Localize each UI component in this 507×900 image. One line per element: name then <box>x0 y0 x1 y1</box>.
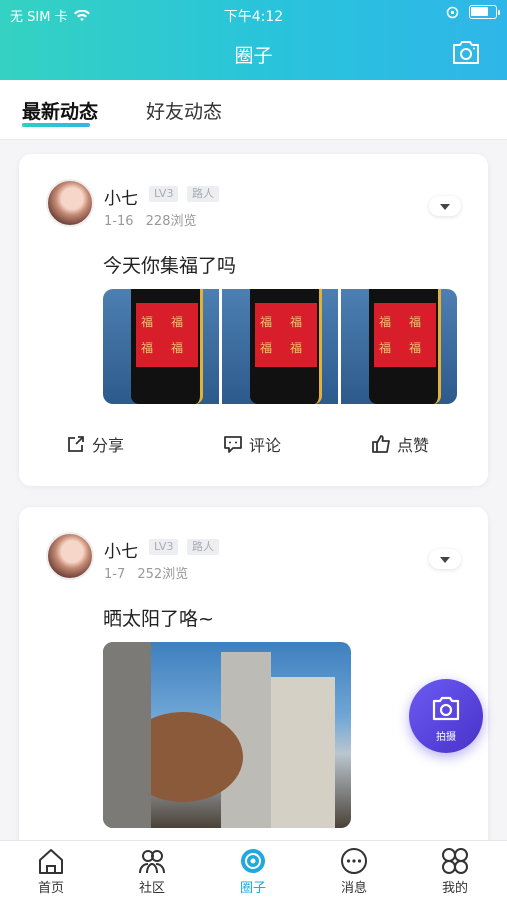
like-label: 点赞 <box>397 436 430 455</box>
role-badge: 路人 <box>187 539 219 555</box>
nav-community-label: 社区 <box>138 881 165 896</box>
nav-home[interactable]: 首页 <box>6 847 96 896</box>
fu-char: 福 <box>171 315 184 329</box>
share-label: 分享 <box>92 436 125 455</box>
post-image[interactable]: 福 福 福 福 <box>341 289 457 404</box>
bottom-nav: 首页 社区 圈子 消息 我的 <box>0 840 507 900</box>
post-meta: 1-16 228浏览 <box>104 210 196 229</box>
camera-icon <box>432 696 460 721</box>
nav-circle-label: 圈子 <box>239 881 266 896</box>
mine-icon <box>442 848 468 874</box>
nav-messages[interactable]: 消息 <box>309 847 399 896</box>
shoot-fab-button[interactable]: 拍摄 <box>409 679 483 753</box>
camera-icon[interactable] <box>451 38 481 66</box>
fu-char: 福 <box>290 315 303 329</box>
status-bar: 无 SIM 卡 下午4:12 <box>0 0 507 28</box>
comment-icon <box>224 436 242 453</box>
post-text: 晒太阳了咯~ <box>103 608 214 630</box>
post-text: 今天你集福了吗 <box>103 255 237 277</box>
home-icon <box>39 849 63 874</box>
battery-icon <box>469 5 500 19</box>
building <box>271 677 335 828</box>
comment-label: 评论 <box>249 436 282 455</box>
header: 无 SIM 卡 下午4:12 圈子 <box>0 0 507 80</box>
orientation-lock-icon <box>446 6 459 18</box>
fu-char: 福 <box>260 341 273 355</box>
comment-button[interactable]: 评论 <box>223 432 281 456</box>
post-image[interactable]: 福 福 福 福 <box>222 289 338 404</box>
username[interactable]: 小七 <box>104 184 138 209</box>
post-date: 1-16 <box>104 214 134 229</box>
nav-home-label: 首页 <box>37 881 64 896</box>
post-image[interactable] <box>103 642 351 828</box>
fab-label: 拍摄 <box>436 732 456 743</box>
post-views: 228浏览 <box>145 214 197 229</box>
post-views: 252浏览 <box>137 567 189 582</box>
community-icon <box>139 850 165 874</box>
thumbs-up-icon <box>372 435 390 453</box>
post-card: 小七 LV3 路人 1-16 228浏览 今天你集福了吗 福 福 福 福 福 福… <box>19 154 488 486</box>
share-button[interactable]: 分享 <box>66 432 124 456</box>
nav-mine-label: 我的 <box>441 881 468 896</box>
level-badge: LV3 <box>149 186 179 202</box>
post-date: 1-7 <box>104 567 126 582</box>
like-button[interactable]: 点赞 <box>371 432 429 456</box>
fu-char: 福 <box>171 341 184 355</box>
avatar[interactable] <box>46 532 94 580</box>
nav-community[interactable]: 社区 <box>107 847 197 896</box>
post-image[interactable]: 福 福 福 福 <box>103 289 219 404</box>
fu-char: 福 <box>141 341 154 355</box>
post-meta: 1-7 252浏览 <box>104 563 188 582</box>
building <box>103 642 151 828</box>
nav-messages-label: 消息 <box>340 881 367 896</box>
tab-active-indicator <box>22 123 90 127</box>
fu-char: 福 <box>379 341 392 355</box>
more-options-button[interactable] <box>429 196 461 216</box>
status-right <box>446 5 500 19</box>
fu-char: 福 <box>409 315 422 329</box>
post-images[interactable]: 福 福 福 福 福 福 福 福 福 福 福 福 <box>103 289 457 404</box>
avatar[interactable] <box>46 179 94 227</box>
fu-char: 福 <box>141 315 154 329</box>
username[interactable]: 小七 <box>104 537 138 562</box>
more-options-button[interactable] <box>429 549 461 569</box>
fu-char: 福 <box>379 315 392 329</box>
page-title: 圈子 <box>234 45 273 67</box>
share-icon <box>68 436 84 452</box>
tab-latest[interactable]: 最新动态 <box>22 97 98 124</box>
message-icon <box>341 848 367 874</box>
fu-char: 福 <box>290 341 303 355</box>
nav-circle[interactable]: 圈子 <box>208 847 298 896</box>
post-card: 小七 LV3 路人 1-7 252浏览 晒太阳了咯~ <box>19 507 488 852</box>
nav-mine[interactable]: 我的 <box>410 847 500 896</box>
role-badge: 路人 <box>187 186 219 202</box>
level-badge: LV3 <box>149 539 179 555</box>
status-time: 下午4:12 <box>223 9 284 25</box>
tab-friends[interactable]: 好友动态 <box>146 97 222 124</box>
fu-char: 福 <box>260 315 273 329</box>
fu-char: 福 <box>409 341 422 355</box>
circle-icon <box>241 849 265 873</box>
feed-tabs: 最新动态 好友动态 <box>0 80 507 140</box>
